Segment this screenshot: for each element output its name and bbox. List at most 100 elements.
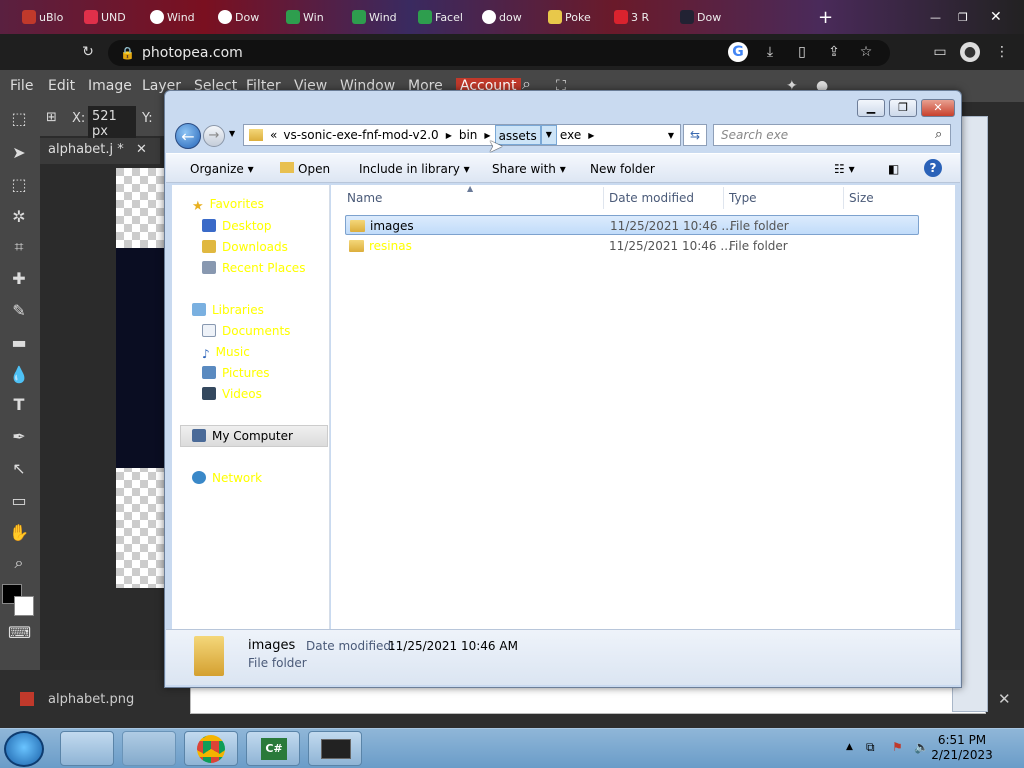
document-tab[interactable]: alphabet.j * ✕ <box>40 138 160 164</box>
shape-tool-icon[interactable]: ▭ <box>8 490 30 512</box>
breadcrumb-overflow[interactable]: « <box>267 125 280 145</box>
breadcrumb-mod-folder[interactable]: vs-sonic-exe-fnf-mod-v2.0 <box>280 125 441 145</box>
help-icon[interactable]: ? <box>924 159 942 177</box>
nav-my-computer[interactable]: My Computer <box>192 429 293 443</box>
new-folder-button[interactable]: New folder <box>590 162 655 176</box>
x-input[interactable]: 521 px <box>88 106 136 142</box>
breadcrumb-bin[interactable]: bin <box>456 125 481 145</box>
column-divider[interactable] <box>843 187 844 209</box>
hand-tool-icon[interactable]: ✋ <box>8 522 30 544</box>
column-size[interactable]: Size <box>849 191 874 205</box>
open-button[interactable]: Open <box>280 162 330 176</box>
pointer-tool-icon[interactable]: ➤ <box>8 142 30 164</box>
browser-tab-2[interactable]: UND <box>84 6 126 28</box>
page-icon[interactable]: ▯ <box>792 42 812 62</box>
close-tab-icon[interactable]: ✕ <box>136 142 147 157</box>
restore-browser-button[interactable]: ❐ <box>958 6 968 28</box>
path-select-icon[interactable]: ↖ <box>8 458 30 480</box>
taskbar-explorer-icon[interactable] <box>60 731 114 766</box>
recent-pages-chevron-icon[interactable]: ▼ <box>229 129 235 138</box>
search-icon[interactable]: ⌕ <box>935 127 942 142</box>
breadcrumb-dropdown-icon[interactable]: ▼ <box>540 125 557 145</box>
breadcrumb-exe[interactable]: exe <box>557 125 584 145</box>
eraser-tool-icon[interactable]: ▬ <box>8 332 30 354</box>
refresh-icon[interactable]: ⇆ <box>683 124 707 146</box>
browser-tab-9[interactable]: Poke <box>548 6 591 28</box>
minimize-button[interactable]: ▁ <box>857 99 885 117</box>
pen-tool-icon[interactable]: ✒ <box>8 426 30 448</box>
browser-tab-5[interactable]: Win <box>286 6 324 28</box>
nav-libraries[interactable]: Libraries <box>192 303 264 317</box>
browser-tab-7[interactable]: Facel <box>418 6 463 28</box>
column-divider[interactable] <box>723 187 724 209</box>
crop-tool-icon[interactable]: ⌗ <box>8 236 30 258</box>
browser-tab-1[interactable]: uBlo <box>22 6 63 28</box>
minimize-browser-button[interactable]: — <box>930 6 941 28</box>
transform-icon[interactable]: ⊞ <box>46 110 57 125</box>
address-breadcrumb[interactable]: « vs-sonic-exe-fnf-mod-v2.0 ▶ bin ▶ asse… <box>243 124 681 146</box>
taskbar-chrome-icon[interactable] <box>184 731 238 766</box>
browser-tab-11[interactable]: Dow <box>680 6 721 28</box>
breadcrumb-arrow-icon[interactable]: ▶ <box>584 131 598 140</box>
bookmark-star-icon[interactable]: ☆ <box>856 42 876 62</box>
breadcrumb-arrow-icon[interactable]: ▶ <box>442 131 456 140</box>
nav-desktop[interactable]: Desktop <box>202 219 272 233</box>
browser-tab-10[interactable]: 3 R <box>614 6 649 28</box>
file-row-images[interactable]: images 11/25/2021 10:46 ... File folder <box>345 215 919 235</box>
menu-edit[interactable]: Edit <box>48 78 75 94</box>
maximize-button[interactable]: ❐ <box>889 99 917 117</box>
browser-tab-4[interactable]: Dow <box>218 6 259 28</box>
preview-pane-icon[interactable]: ◧ <box>888 162 899 176</box>
blur-tool-icon[interactable]: 💧 <box>8 364 30 386</box>
magic-wand-icon[interactable]: ✲ <box>8 206 30 228</box>
taskbar-csharp-icon[interactable]: C# <box>246 731 300 766</box>
browser-tab-6[interactable]: Wind <box>352 6 397 28</box>
close-browser-button[interactable]: ✕ <box>990 6 1002 28</box>
action-center-icon[interactable]: ⚑ <box>892 740 903 754</box>
forward-arrow-icon[interactable]: → <box>203 125 225 147</box>
text-tool-icon[interactable]: T <box>8 394 30 416</box>
browser-tab-3[interactable]: Wind <box>150 6 195 28</box>
close-window-button[interactable]: ✕ <box>921 99 955 117</box>
system-clock[interactable]: 6:51 PM 2/21/2023 <box>920 733 1004 763</box>
keyboard-icon[interactable]: ⌨ <box>8 622 31 644</box>
taskbar-app-icon[interactable] <box>308 731 362 766</box>
menu-file[interactable]: File <box>10 78 33 94</box>
nav-documents[interactable]: Documents <box>202 324 290 338</box>
google-lens-icon[interactable]: G <box>728 42 748 62</box>
zoom-tool-icon[interactable]: ⌕ <box>8 552 30 574</box>
view-options-icon[interactable]: ☷ ▾ <box>834 162 855 176</box>
nav-recent-places[interactable]: Recent Places <box>202 261 305 275</box>
background-color-swatch[interactable] <box>14 596 34 616</box>
share-with-button[interactable]: Share with ▾ <box>492 162 566 176</box>
install-icon[interactable]: ⤓ <box>760 42 780 62</box>
column-date-modified[interactable]: Date modified <box>609 191 694 205</box>
include-in-library-button[interactable]: Include in library ▾ <box>359 162 470 176</box>
nav-pictures[interactable]: Pictures <box>202 366 270 380</box>
browser-menu-icon[interactable]: ⋮ <box>992 42 1012 62</box>
nav-music[interactable]: ♪ Music <box>202 345 250 361</box>
nav-network[interactable]: Network <box>192 471 262 485</box>
start-button[interactable] <box>4 731 44 767</box>
show-hidden-icons-chevron[interactable]: ▲ <box>846 742 853 752</box>
back-arrow-icon[interactable]: ← <box>175 123 201 149</box>
search-input[interactable]: Search exe <box>713 124 951 146</box>
move-tool-icon[interactable]: ⬚ <box>8 108 30 130</box>
nav-downloads[interactable]: Downloads <box>202 240 288 254</box>
brush-tool-icon[interactable]: ✎ <box>8 300 30 322</box>
marquee-tool-icon[interactable]: ⬚ <box>8 174 30 196</box>
close-icon[interactable]: ✕ <box>998 690 1011 708</box>
address-dropdown-icon[interactable]: ▼ <box>668 131 674 140</box>
reload-icon[interactable]: ↻ <box>78 42 98 62</box>
profile-avatar-icon[interactable]: ● <box>960 42 980 62</box>
network-tray-icon[interactable]: ⧉ <box>866 740 875 755</box>
column-divider[interactable] <box>603 187 604 209</box>
side-panel-icon[interactable]: ▭ <box>930 42 950 62</box>
share-icon[interactable]: ⇪ <box>824 42 844 62</box>
column-type[interactable]: Type <box>729 191 757 205</box>
taskbar-media-player-icon[interactable] <box>122 731 176 766</box>
new-tab-button[interactable]: + <box>818 6 833 28</box>
browser-tab-8[interactable]: dow <box>482 6 522 28</box>
file-row-resinas[interactable]: resinas 11/25/2021 10:46 ... File folder <box>345 236 919 256</box>
column-name[interactable]: Name <box>347 191 382 205</box>
